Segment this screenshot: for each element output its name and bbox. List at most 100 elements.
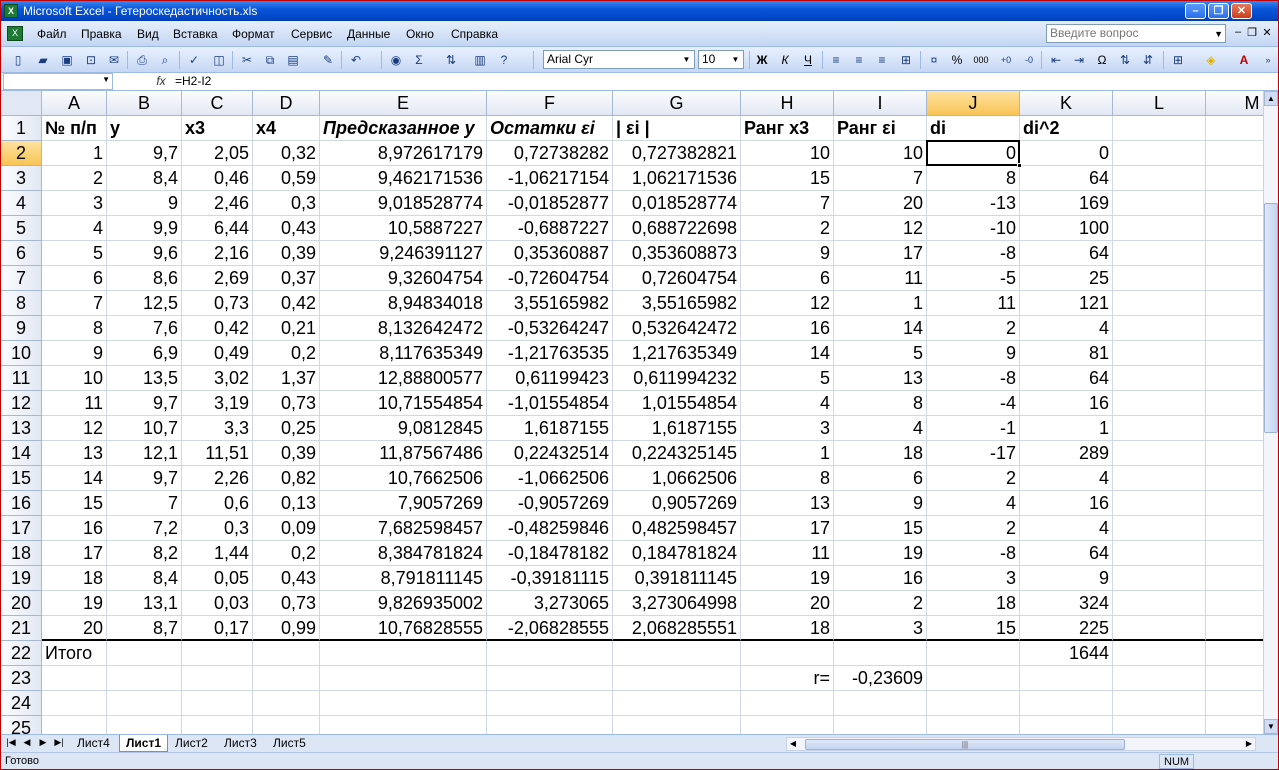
empty-cell[interactable] [1113,141,1206,166]
align-right-icon[interactable]: ≡ [873,51,891,69]
header-cell[interactable]: di [927,116,1020,141]
empty-cell[interactable] [834,691,927,716]
header-cell[interactable]: Предсказанное y [320,116,487,141]
data-cell[interactable]: 4 [741,391,834,416]
empty-cell[interactable] [927,641,1020,666]
data-cell[interactable]: 2,05 [182,141,253,166]
doc-close-icon[interactable]: ✕ [1260,26,1274,39]
row-header-5[interactable]: 5 [1,216,42,241]
data-cell[interactable]: 225 [1020,616,1113,641]
data-cell[interactable]: 169 [1020,191,1113,216]
empty-cell[interactable] [741,641,834,666]
data-cell[interactable]: 2 [42,166,107,191]
data-cell[interactable]: 10,76828555 [320,616,487,641]
data-cell[interactable]: 0,482598457 [613,516,741,541]
data-cell[interactable]: 13,5 [107,366,182,391]
data-cell[interactable]: 64 [1020,366,1113,391]
doc-minimize-icon[interactable]: – [1231,26,1245,38]
data-cell[interactable]: -1,21763535 [487,341,613,366]
row-header-4[interactable]: 4 [1,191,42,216]
sort-desc-icon[interactable]: ⇵ [1139,51,1157,69]
data-cell[interactable]: 0,43 [253,566,320,591]
doc-restore-icon[interactable]: ❐ [1245,26,1259,39]
data-cell[interactable]: 7,9057269 [320,491,487,516]
data-cell[interactable]: 0 [1020,141,1113,166]
data-cell[interactable]: -0,9057269 [487,491,613,516]
data-cell[interactable]: 25 [1020,266,1113,291]
row-header-7[interactable]: 7 [1,266,42,291]
empty-cell[interactable] [1113,566,1206,591]
menu-window[interactable]: Окно [406,27,434,41]
data-cell[interactable]: 20 [42,616,107,641]
menu-edit[interactable]: Правка [81,27,122,41]
data-cell[interactable]: 1,217635349 [613,341,741,366]
data-cell[interactable]: 0,018528774 [613,191,741,216]
data-cell[interactable]: -8 [927,241,1020,266]
data-cell[interactable]: 10 [834,141,927,166]
data-cell[interactable]: 1,0662506 [613,466,741,491]
empty-cell[interactable] [1113,291,1206,316]
data-cell[interactable]: -0,6887227 [487,216,613,241]
data-cell[interactable]: 7 [42,291,107,316]
data-cell[interactable]: -0,18478182 [487,541,613,566]
data-cell[interactable]: 324 [1020,591,1113,616]
data-cell[interactable]: 18 [741,616,834,641]
data-cell[interactable]: 1,37 [253,366,320,391]
empty-cell[interactable] [1113,516,1206,541]
empty-cell[interactable] [1113,116,1206,141]
column-header-e[interactable]: E [320,91,487,116]
data-cell[interactable]: 0,05 [182,566,253,591]
document-icon[interactable]: X [7,26,23,41]
underline-icon[interactable]: Ч [799,51,817,69]
data-cell[interactable]: -13 [927,191,1020,216]
data-cell[interactable]: -2,06828555 [487,616,613,641]
row-header-15[interactable]: 15 [1,466,42,491]
data-cell[interactable]: 0,688722698 [613,216,741,241]
column-header-d[interactable]: D [253,91,320,116]
empty-cell[interactable] [182,641,253,666]
row-header-6[interactable]: 6 [1,241,42,266]
data-cell[interactable]: 8,791811145 [320,566,487,591]
font-name-select[interactable]: Arial Cyr ▼ [543,50,695,69]
symbol-icon[interactable]: Ω [1093,51,1111,69]
data-cell[interactable]: 8 [927,166,1020,191]
column-header-a[interactable]: A [42,91,107,116]
align-left-icon[interactable]: ≡ [827,51,845,69]
empty-cell[interactable] [42,666,107,691]
data-cell[interactable]: 0,09 [253,516,320,541]
row-header-16[interactable]: 16 [1,491,42,516]
data-cell[interactable]: 0,3 [253,191,320,216]
data-cell[interactable]: 3 [741,416,834,441]
italic-icon[interactable]: К [776,51,794,69]
data-cell[interactable]: 0,37 [253,266,320,291]
help-icon[interactable]: ? [495,51,513,69]
data-cell[interactable]: 0,73 [253,391,320,416]
data-cell[interactable]: 1 [1020,416,1113,441]
header-cell[interactable]: Ранг x3 [741,116,834,141]
data-cell[interactable]: 100 [1020,216,1113,241]
empty-cell[interactable] [613,666,741,691]
sheet-tab-list2[interactable]: Лист2 [169,735,214,752]
data-cell[interactable]: 64 [1020,166,1113,191]
data-cell[interactable]: 9,7 [107,391,182,416]
data-cell[interactable]: 9,0812845 [320,416,487,441]
data-cell[interactable]: 14 [42,466,107,491]
data-cell[interactable]: 17 [741,516,834,541]
totals-sum-di2[interactable]: 1644 [1020,641,1113,666]
data-cell[interactable]: 9,32604754 [320,266,487,291]
data-cell[interactable]: 10,71554854 [320,391,487,416]
minimize-button[interactable]: – [1185,3,1206,19]
data-cell[interactable]: 0,391811145 [613,566,741,591]
chevron-down-icon[interactable]: ▼ [102,75,110,84]
data-cell[interactable]: 17 [834,241,927,266]
data-cell[interactable]: 9 [834,491,927,516]
toolbar-options-icon[interactable]: » [1259,51,1277,69]
menu-format[interactable]: Формат [232,27,275,41]
data-cell[interactable]: 1,6187155 [613,416,741,441]
data-cell[interactable]: 13 [42,441,107,466]
data-cell[interactable]: 3,3 [182,416,253,441]
data-cell[interactable]: 0,9057269 [613,491,741,516]
empty-cell[interactable] [1113,216,1206,241]
data-cell[interactable]: 1,062171536 [613,166,741,191]
data-cell[interactable]: 8,7 [107,616,182,641]
